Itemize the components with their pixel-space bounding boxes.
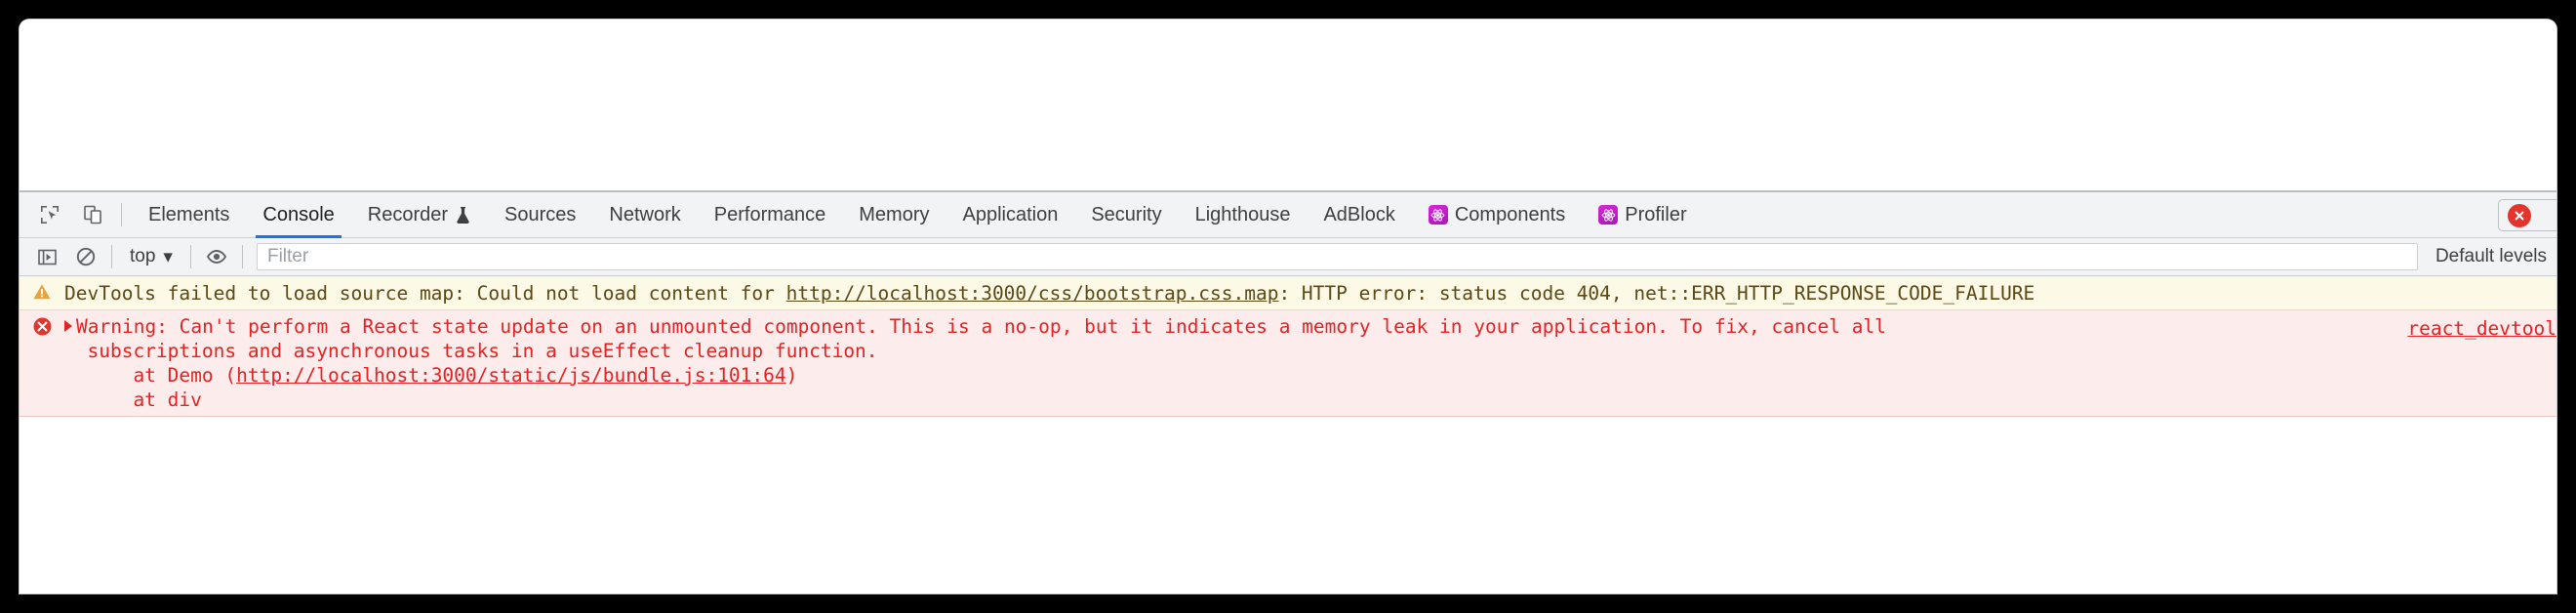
tab-network[interactable]: Network (592, 192, 697, 238)
error-line-1: Warning: Can't perform a React state upd… (76, 315, 1886, 338)
console-message-warning[interactable]: DevTools failed to load source map: Coul… (20, 277, 2556, 310)
warning-triangle-icon (20, 281, 64, 301)
browser-window: Elements Console Recorder Sources Networ… (20, 20, 2556, 593)
error-circle-icon (20, 314, 64, 337)
console-message-list[interactable]: DevTools failed to load source map: Coul… (20, 277, 2556, 593)
tab-application[interactable]: Application (946, 192, 1075, 238)
error-circle-icon (2508, 203, 2531, 227)
tab-lighthouse[interactable]: Lighthouse (1179, 192, 1308, 238)
stack-frame-prefix: at Demo ( (64, 364, 237, 387)
tab-security[interactable]: Security (1074, 192, 1178, 238)
error-line-2: subscriptions and asynchronous tasks in … (64, 340, 878, 362)
console-message-error[interactable]: Warning: Can't perform a React state upd… (20, 310, 2556, 417)
error-line-3: at Demo (http://localhost:3000/static/js… (64, 363, 2545, 388)
devtools-tabbar: Elements Console Recorder Sources Networ… (20, 192, 2556, 238)
tab-sources[interactable]: Sources (488, 192, 592, 238)
console-context-selector[interactable]: top ▾ (122, 242, 181, 271)
tab-label: Components (1454, 204, 1566, 225)
filterbar-divider (189, 245, 191, 268)
context-label: top (130, 246, 156, 266)
tab-components[interactable]: Components (1412, 192, 1582, 238)
error-line-4: at div (64, 388, 202, 411)
console-sidebar-toggle-icon[interactable] (31, 242, 62, 271)
source-map-url-link[interactable]: http://localhost:3000/css/bootstrap.css.… (786, 282, 1279, 305)
react-devtools-source-link[interactable]: react_devtool (2407, 316, 2556, 341)
clear-console-icon[interactable] (70, 242, 101, 271)
tab-label: Lighthouse (1194, 204, 1291, 225)
device-toolbar-icon[interactable] (74, 196, 111, 233)
tab-label: Application (962, 204, 1059, 225)
tab-label: Recorder (367, 204, 449, 225)
toolbar-divider (121, 203, 122, 226)
tab-memory[interactable]: Memory (842, 192, 946, 238)
filterbar-divider (111, 245, 112, 268)
tab-label: Elements (148, 204, 230, 225)
tab-label: Profiler (1625, 204, 1687, 225)
eye-icon[interactable] (201, 242, 232, 271)
error-count-badge[interactable] (2498, 199, 2556, 231)
expand-triangle-icon[interactable] (64, 320, 72, 332)
warning-text-part-2: : HTTP error: status code 404, net::ERR_… (1278, 282, 2035, 305)
tab-label: AdBlock (1323, 204, 1395, 225)
levels-label: Default levels (2435, 246, 2547, 266)
console-filter-toolbar: top ▾ Filter Default levels (20, 238, 2556, 276)
warning-text-part-1: DevTools failed to load source map: Coul… (64, 282, 786, 305)
page-viewport[interactable] (20, 20, 2556, 190)
tab-elements[interactable]: Elements (132, 192, 246, 238)
chevron-down-icon: ▾ (163, 246, 173, 267)
tab-label: Console (262, 204, 335, 225)
flask-icon (457, 206, 469, 224)
bundle-source-link[interactable]: http://localhost:3000/static/js/bundle.j… (236, 364, 786, 387)
filter-placeholder: Filter (266, 246, 309, 266)
devtools-panel: Elements Console Recorder Sources Networ… (20, 190, 2556, 593)
tab-label: Sources (504, 204, 577, 225)
react-atom-icon (1428, 205, 1448, 225)
react-atom-icon (1598, 205, 1619, 225)
filterbar-divider (241, 245, 243, 268)
warning-message-text: DevTools failed to load source map: Coul… (64, 281, 2556, 306)
tab-label: Memory (859, 204, 930, 225)
log-levels-selector[interactable]: Default levels (2422, 246, 2556, 267)
filter-input[interactable]: Filter (256, 243, 2418, 270)
tab-console[interactable]: Console (246, 192, 350, 238)
tab-adblock[interactable]: AdBlock (1307, 192, 1411, 238)
tab-profiler[interactable]: Profiler (1582, 192, 1703, 238)
tab-performance[interactable]: Performance (698, 192, 843, 238)
tab-recorder[interactable]: Recorder (351, 192, 488, 238)
tab-label: Performance (713, 204, 826, 225)
stack-frame-suffix: ) (785, 364, 798, 387)
error-message-text: Warning: Can't perform a React state upd… (64, 314, 2556, 412)
tab-label: Network (609, 204, 681, 225)
tab-label: Security (1091, 204, 1162, 225)
inspect-element-icon[interactable] (31, 196, 68, 233)
